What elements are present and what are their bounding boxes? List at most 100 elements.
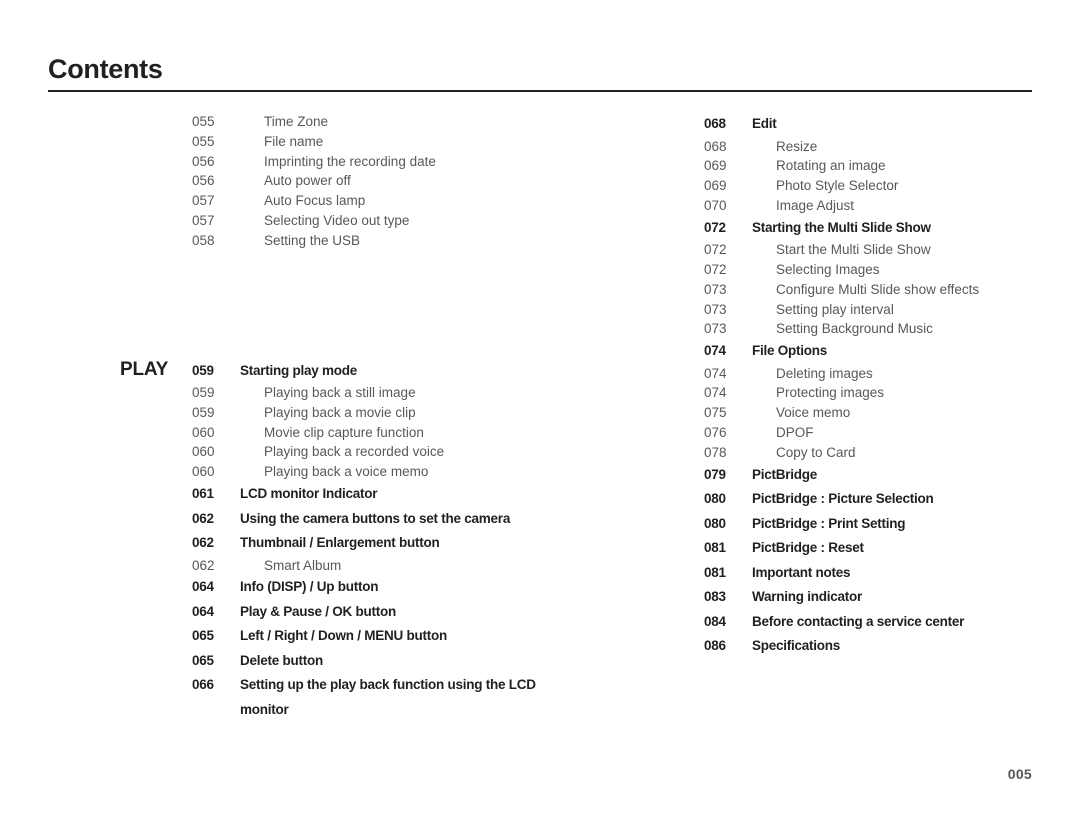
toc-entry-title: Starting play mode [240, 362, 358, 378]
toc-entry[interactable]: 062 Using the camera buttons to set the c… [120, 507, 540, 532]
toc-entry-title: PictBridge : Reset [752, 540, 864, 556]
toc-subentry[interactable]: 056 Auto power off [120, 171, 540, 191]
header-divider [48, 90, 1032, 92]
toc-subentry[interactable]: 072 Start the Multi Slide Show [704, 240, 1044, 260]
toc-entry-title: Playing back a movie clip [264, 404, 416, 420]
toc-entry-title: File name [264, 133, 324, 149]
toc-entry[interactable]: 081 Important notes [704, 561, 1044, 586]
toc-entry[interactable]: 079 PictBridge [704, 463, 1044, 488]
toc-entry-page: 081 [704, 564, 726, 580]
toc-entry-page: 072 [704, 219, 726, 235]
toc-entry-page: 068 [704, 116, 726, 131]
toc-subentry[interactable]: 074 Deleting images [704, 364, 1044, 384]
toc-entry-title: Configure Multi Slide show effects [776, 281, 980, 297]
toc-entry[interactable]: 068 Edit [704, 112, 1044, 137]
toc-entry[interactable]: 062 Thumbnail / Enlargement button [120, 531, 540, 556]
toc-subentry[interactable]: 073 Setting play interval [704, 300, 1044, 320]
contents-column-left: 055 Time Zone 055 File name 056 Imprinting th… [120, 112, 540, 722]
toc-entry-title: Delete button [240, 652, 323, 668]
toc-entry-title: File Options [752, 343, 828, 359]
toc-entry-page: 078 [704, 444, 727, 460]
toc-subentry[interactable]: 058 Setting the USB [120, 231, 540, 251]
toc-subentry[interactable]: 075 Voice memo [704, 403, 1044, 423]
toc-entry-title: Resize [776, 138, 818, 154]
toc-entry-page: 072 [704, 242, 727, 258]
toc-subentry[interactable]: 056 Imprinting the recording date [120, 152, 540, 172]
toc-subentry[interactable]: 069 Rotating an image [704, 156, 1044, 176]
toc-entry-title: Setting Background Music [776, 321, 933, 337]
toc-entry[interactable]: 084 Before contacting a service center [704, 610, 1044, 635]
toc-entry-page: 062 [192, 510, 214, 526]
toc-subentry[interactable]: 055 Time Zone [120, 112, 540, 132]
toc-subentry[interactable]: 060 Playing back a voice memo [120, 462, 540, 482]
toc-entry[interactable]: 081 PictBridge : Reset [704, 536, 1044, 561]
toc-subentry[interactable]: 078 Copy to Card [704, 443, 1044, 463]
toc-entry[interactable]: 083 Warning indicator [704, 585, 1044, 610]
toc-entry-title: Edit [752, 116, 777, 131]
toc-subentry[interactable]: 073 Configure Multi Slide show effects [704, 280, 1044, 300]
toc-entry-page: 060 [192, 424, 215, 440]
toc-subentry[interactable]: 059 Playing back a movie clip [120, 403, 540, 423]
toc-entry[interactable]: 072 Starting the Multi Slide Show [704, 216, 1044, 241]
toc-entry-title: Selecting Images [776, 261, 880, 277]
toc-entry[interactable]: 080 PictBridge : Picture Selection [704, 487, 1044, 512]
contents-page: Contents 055 Time Zone 055 File name 056 Impr… [0, 0, 1080, 815]
toc-entry-page: 055 [192, 133, 215, 149]
toc-entry[interactable]: 065 Delete button [120, 649, 540, 674]
toc-entry-page: 080 [704, 491, 726, 507]
section-label-play: PLAY [120, 358, 169, 380]
toc-entry-page: 056 [192, 173, 215, 189]
toc-entry-title: Photo Style Selector [776, 178, 899, 194]
toc-entry[interactable]: 064 Info (DISP) / Up button [120, 575, 540, 600]
toc-entry[interactable]: 080 PictBridge : Print Setting [704, 512, 1044, 537]
toc-entry-page: 081 [704, 540, 726, 556]
toc-entry-title: Using the camera buttons to set the came… [240, 510, 511, 526]
toc-entry-title: DPOF [776, 425, 814, 441]
toc-entry[interactable]: 074 File Options [704, 339, 1044, 364]
toc-entry[interactable]: 065 Left / Right / Down / MENU button [120, 624, 540, 649]
toc-entry-title: Start the Multi Slide Show [776, 242, 931, 258]
toc-entry-title: Left / Right / Down / MENU button [240, 628, 447, 644]
toc-subentry[interactable]: 068 Resize [704, 137, 1044, 157]
toc-subentry[interactable]: 055 File name [120, 132, 540, 152]
toc-subentry[interactable]: 069 Photo Style Selector [704, 176, 1044, 196]
toc-entry-page: 062 [192, 557, 215, 573]
toc-entry[interactable]: 061 LCD monitor Indicator [120, 482, 540, 507]
toc-subentry[interactable]: 057 Auto Focus lamp [120, 191, 540, 211]
toc-entry-page: 060 [192, 464, 215, 480]
contents-group: 068 Edit 068 Resize 069 Rotating an image 069 P… [704, 112, 1044, 659]
toc-entry-title: Deleting images [776, 365, 873, 381]
toc-entry-title: Playing back a recorded voice [264, 444, 445, 460]
toc-entry-title: Warning indicator [752, 589, 862, 605]
toc-subentry[interactable]: 076 DPOF [704, 423, 1044, 443]
toc-entry[interactable]: 066 Setting up the play back function usi… [120, 673, 540, 722]
toc-entry-page: 061 [192, 486, 214, 502]
toc-entry-page: 069 [704, 178, 727, 194]
toc-subentry[interactable]: 057 Selecting Video out type [120, 211, 540, 231]
toc-entry-page: 057 [192, 193, 215, 209]
toc-entry-page: 070 [704, 197, 727, 213]
toc-subentry[interactable]: 070 Image Adjust [704, 196, 1044, 216]
toc-subentry[interactable]: 073 Setting Background Music [704, 319, 1044, 339]
toc-entry[interactable]: 086 Specifications [704, 634, 1044, 659]
contents-group: PLAY 059 Starting play mode 059 Playing back… [120, 359, 540, 723]
toc-subentry[interactable]: 060 Playing back a recorded voice [120, 442, 540, 462]
toc-entry-page: 062 [192, 535, 214, 551]
toc-entry-title: PictBridge : Print Setting [752, 515, 906, 531]
toc-entry-title: Selecting Video out type [264, 212, 410, 228]
toc-entry[interactable]: 064 Play & Pause / OK button [120, 600, 540, 625]
toc-subentry[interactable]: 059 Playing back a still image [120, 383, 540, 403]
toc-entry-page: 073 [704, 301, 727, 317]
toc-subentry[interactable]: 062 Smart Album [120, 556, 540, 576]
toc-subentry[interactable]: 074 Protecting images [704, 383, 1044, 403]
toc-entry-title: Image Adjust [776, 197, 855, 213]
toc-entry-page: 086 [704, 638, 726, 654]
toc-entry-title: Info (DISP) / Up button [240, 579, 379, 595]
toc-entry-title: Important notes [752, 564, 851, 580]
toc-entry-page: 056 [192, 153, 215, 169]
page-number: 005 [1007, 766, 1032, 782]
toc-subentry[interactable]: 072 Selecting Images [704, 260, 1044, 280]
toc-subentry[interactable]: 060 Movie clip capture function [120, 423, 540, 443]
toc-entry-title: Playing back a still image [264, 385, 416, 401]
toc-entry-page: 074 [704, 343, 726, 359]
